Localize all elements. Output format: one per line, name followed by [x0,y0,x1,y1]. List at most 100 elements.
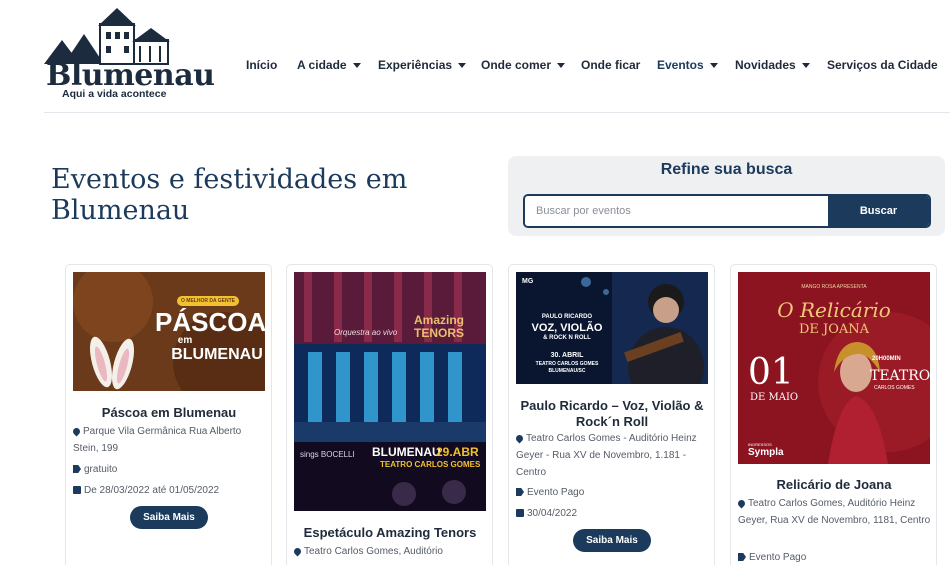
saiba-mais-button[interactable]: Saiba Mais [573,529,651,552]
map-pin-icon [292,546,303,557]
event-date-text: 30/04/2022 [527,508,578,519]
header-divider [44,112,950,113]
event-image[interactable]: O MELHOR DA GENTE PÁSCOA em BLUMENAU [73,272,265,391]
poster-text: Sympla [748,447,784,458]
event-image[interactable]: MG PAULO RICARDO VOZ, VIOLÃO & ROCK N RO… [516,272,708,384]
nav-item-label: Onde ficar [581,58,641,72]
poster-badge: O MELHOR DA GENTE [181,298,235,304]
nav-item-onde-ficar[interactable]: Onde ficar [581,58,640,72]
poster-text: 29.ABR [436,445,479,459]
event-image[interactable]: MANGO ROSA APRESENTA O Relicário DE JOAN… [738,272,930,464]
site-logo[interactable]: Blumenau Aqui a vida acontece [44,6,215,100]
event-date: De 28/03/2022 até 01/05/2022 [73,482,267,499]
poster-text: 20H00MIN [872,356,901,362]
poster-text: sings BOCELLI [300,450,355,459]
event-location: Teatro Carlos Gomes, Auditório [292,543,488,560]
nav-item-label: Novidades [735,58,796,72]
poster-text: VOZ, VIOLÃO [531,322,603,334]
search-button[interactable]: Buscar [828,196,929,226]
event-tag: Evento Pago [738,549,932,565]
poster-text: BLUMENAU/SC [548,368,586,374]
event-location-text: Parque Vila Germânica Rua Alberto Stein,… [73,426,242,454]
calendar-icon [73,486,81,494]
poster-text: Amazing TENORS [414,313,465,340]
nav-item-novidades[interactable]: Novidades [735,58,810,72]
poster-text: 30. ABRIL [550,352,584,359]
nav-item-experiencias[interactable]: Experiências [378,58,467,72]
search-input[interactable] [525,196,828,226]
chevron-down-icon [709,63,718,68]
event-title[interactable]: Relicário de Joana [739,477,929,493]
event-date: 30/04/2022 [516,505,710,522]
event-location-text: Teatro Carlos Gomes, Auditório [304,546,443,557]
event-tag: Evento Pago [516,484,710,501]
page-title: Eventos e festividades em Blumenau [51,164,408,226]
poster-text: O Relicário [777,298,891,322]
chevron-down-icon [557,63,566,68]
site-header: Blumenau Aqui a vida acontece Início A c… [0,0,950,112]
tenors-poster-image [294,272,486,511]
tag-icon [516,488,524,496]
nav-item-label: Início [246,58,278,72]
nav-item-servicos[interactable]: Serviços da Cidade [827,58,938,72]
poster-text: MANGO ROSA APRESENTA [801,284,867,290]
nav-item-label: Serviços da Cidade [827,58,938,72]
nav-item-label: Experiências [378,58,453,72]
event-title[interactable]: Páscoa em Blumenau [74,405,264,421]
poster-text: TEATRO CARLOS GOMES [535,361,599,367]
refine-title: Refine sua busca [660,161,793,178]
event-tag-text: Evento Pago [749,552,807,563]
poster-text: Orquestra ao vivo [334,328,398,337]
event-title[interactable]: Paulo Ricardo – Voz, Violão & Rock´n Rol… [517,398,707,430]
saiba-mais-button[interactable]: Saiba Mais [130,506,208,529]
poster-text: CARLOS GOMES [874,385,915,391]
map-pin-icon [514,433,525,444]
poster-text: BLUMENAU [372,445,441,459]
event-tag-text: Evento Pago [527,487,585,498]
event-tag-text: gratuito [84,464,118,475]
map-pin-icon [71,426,82,437]
poster-text: 01 [748,352,794,393]
poster-text: PÁSCOA [155,307,265,337]
event-location-text: Teatro Carlos Gomes, Auditório Heinz Gey… [738,498,931,526]
poster-text: & ROCK N ROLL [543,335,591,341]
event-card: O MELHOR DA GENTE PÁSCOA em BLUMENAU Pás… [65,264,272,565]
chevron-down-icon [458,63,467,68]
refine-search-panel: Refine sua busca Buscar [508,156,945,236]
nav-item-inicio[interactable]: Início [246,58,277,72]
castle-icon [44,8,170,65]
search-box: Buscar [523,194,931,228]
nav-item-onde-comer[interactable]: Onde comer [481,58,566,72]
nav-item-label: Eventos [657,58,704,72]
map-pin-icon [736,498,747,509]
nav-item-eventos[interactable]: Eventos [657,58,718,72]
event-location: Teatro Carlos Gomes, Auditório Heinz Gey… [736,495,932,529]
nav-item-a-cidade[interactable]: A cidade [297,58,361,72]
calendar-icon [516,509,524,517]
event-card: Orquestra ao vivo Amazing TENORS sings B… [286,264,493,565]
event-card: MANGO ROSA APRESENTA O Relicário DE JOAN… [730,264,937,565]
poster-text: em [177,335,193,346]
poster-text: DE JOANA [798,322,870,337]
event-image[interactable]: Orquestra ao vivo Amazing TENORS sings B… [294,272,486,511]
poster-text: MG [522,278,534,285]
nav-item-label: A cidade [297,58,347,72]
event-card: MG PAULO RICARDO VOZ, VIOLÃO & ROCK N RO… [508,264,715,565]
chevron-down-icon [801,63,810,68]
event-date-text: De 28/03/2022 até 01/05/2022 [84,485,220,496]
nav-item-label: Onde comer [481,58,552,72]
event-title[interactable]: Espetáculo Amazing Tenors [295,525,485,541]
event-location: Teatro Carlos Gomes - Auditório Heinz Ge… [514,430,710,481]
chevron-down-icon [352,63,361,68]
poster-text: TEATRO CARLOS GOMES [380,460,481,469]
poster-text: DE MAIO [750,392,799,403]
poster-text: TEATRO [870,368,930,384]
event-location-text: Teatro Carlos Gomes - Auditório Heinz Ge… [516,433,697,478]
event-tag: gratuito [73,461,267,478]
poster-text: BLUMENAU [171,346,263,363]
tag-icon [73,465,81,473]
logo-tagline: Aqui a vida acontece [62,88,167,100]
tag-icon [738,553,746,561]
event-location: Parque Vila Germânica Rua Alberto Stein,… [71,423,267,457]
poster-text: PAULO RICARDO [541,314,593,320]
